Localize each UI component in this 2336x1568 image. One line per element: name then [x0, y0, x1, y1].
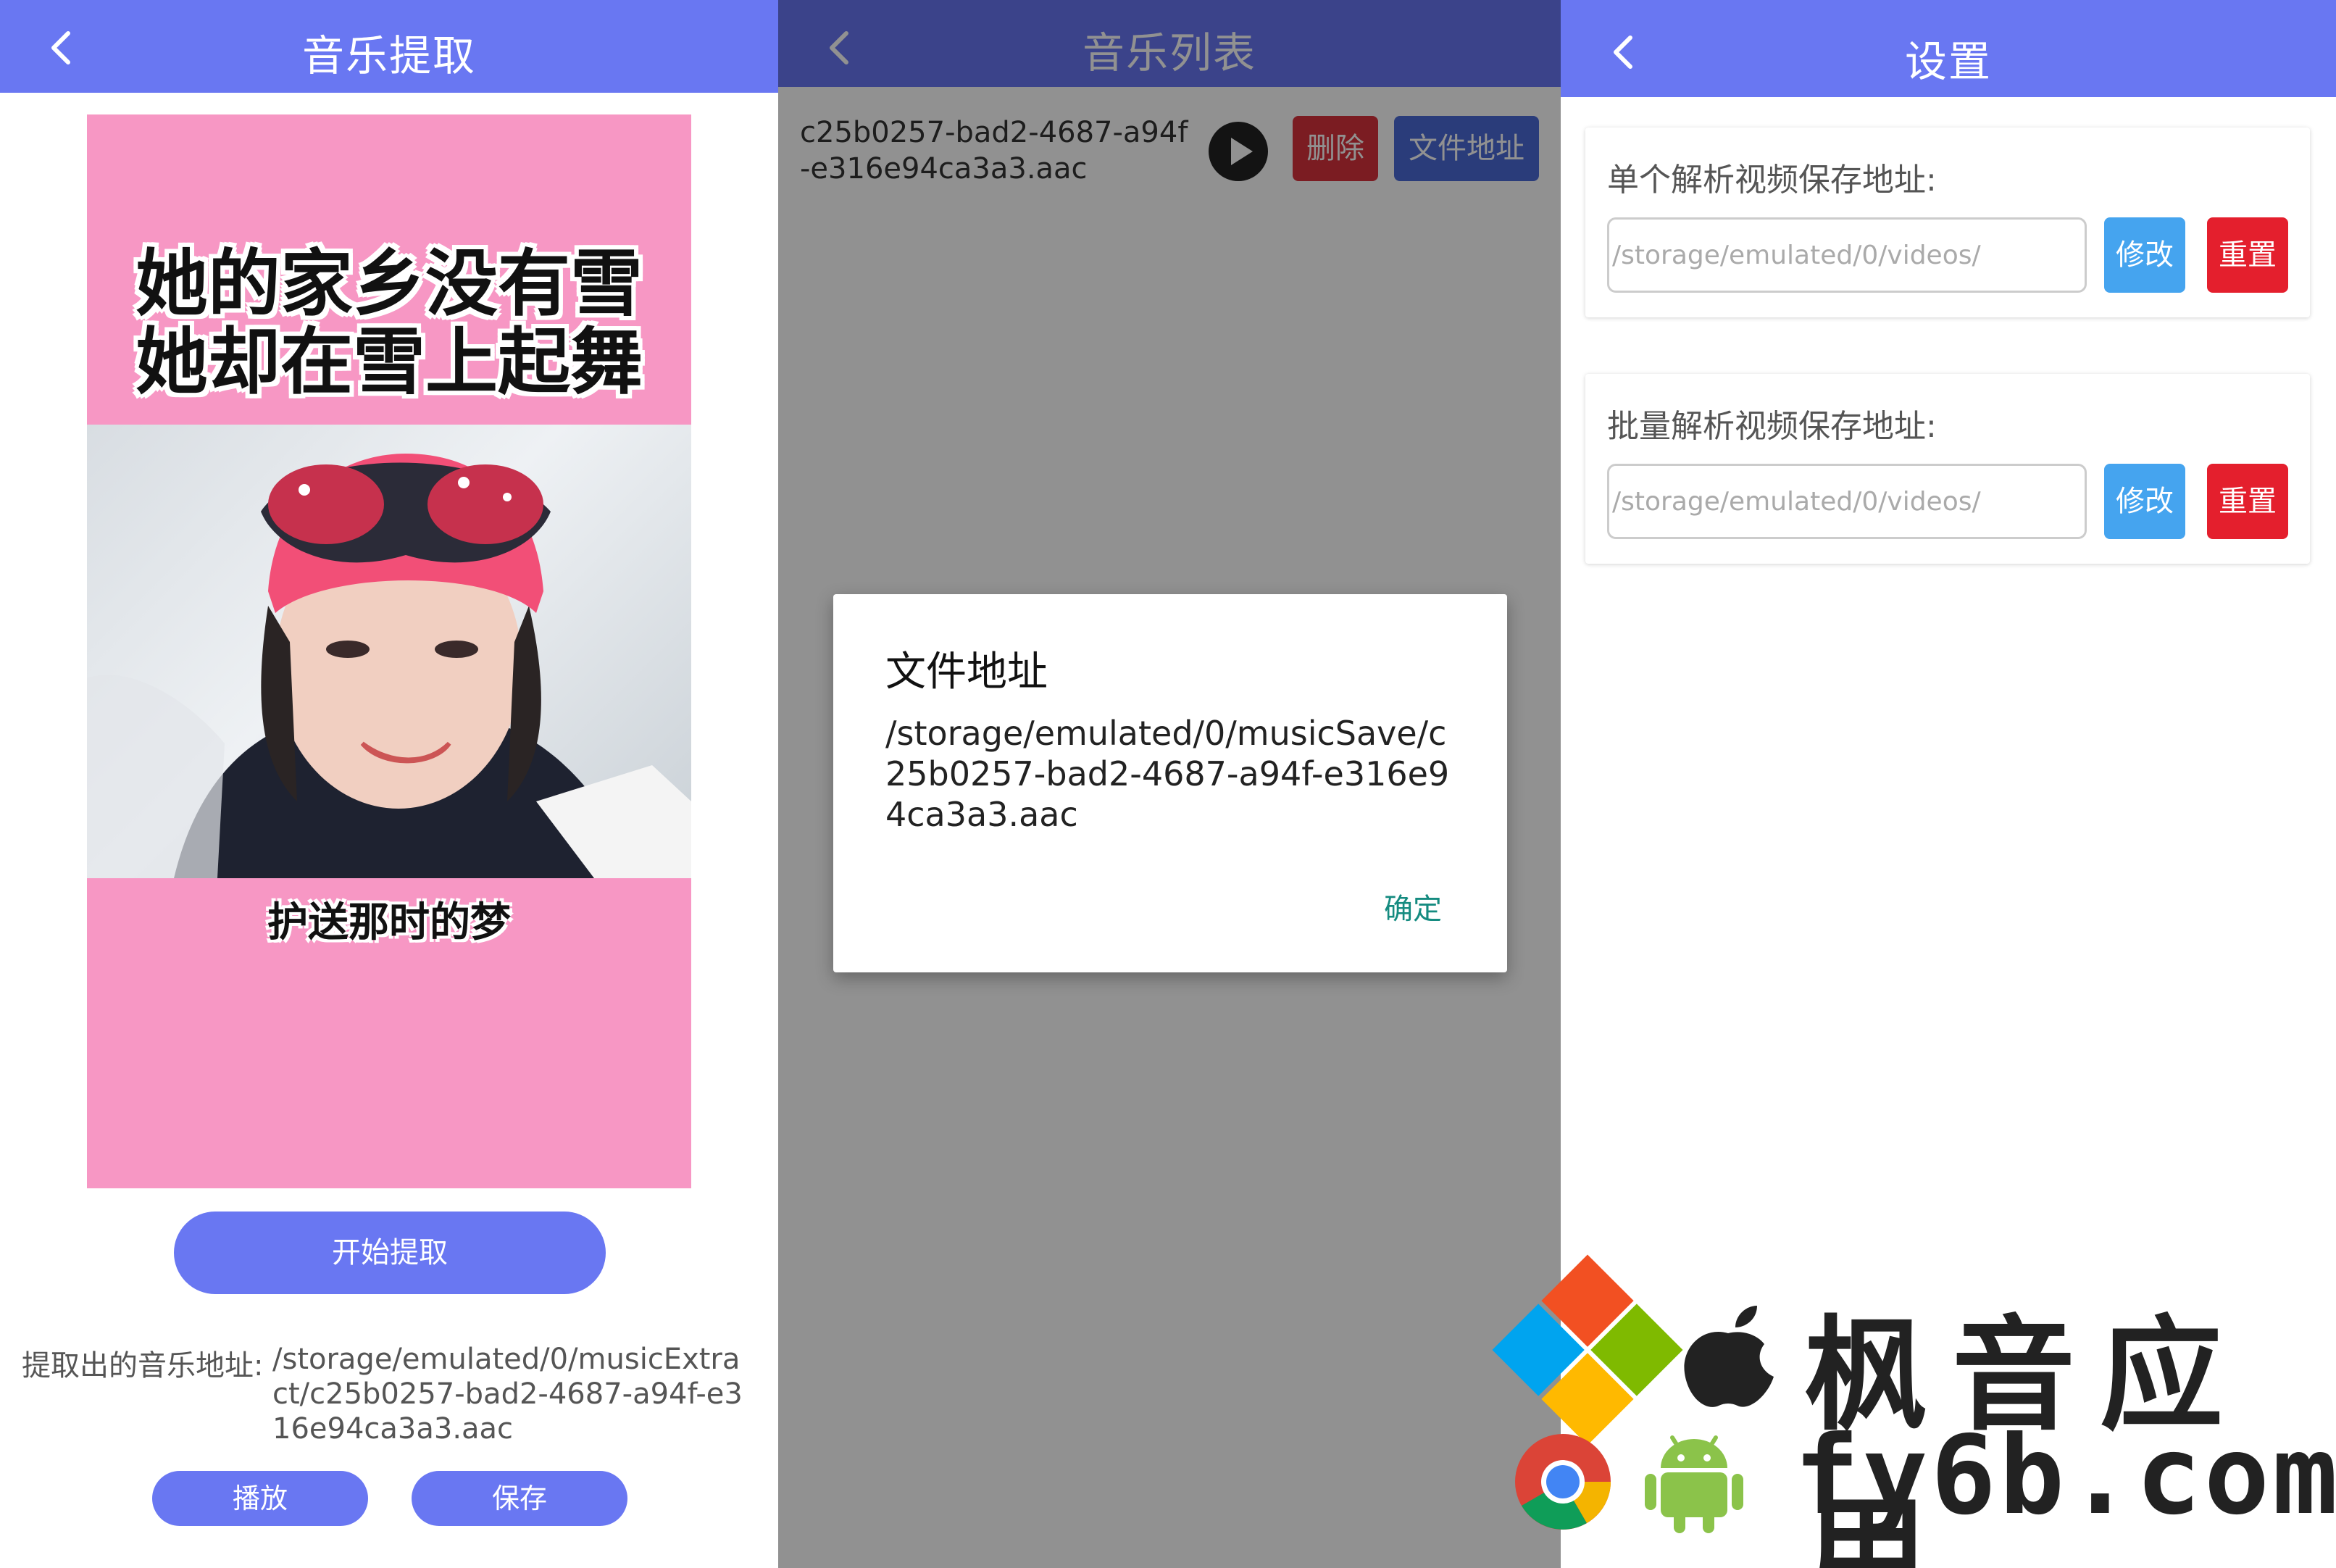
- caption-line-1: 她的家乡没有雪: [135, 241, 643, 326]
- music-list-screen: 音乐列表 c25b0257-bad2-4687-a94f-e316e94ca3a…: [778, 0, 1561, 1568]
- single-save-path-input[interactable]: [1607, 217, 2087, 293]
- batch-save-path-label: 批量解析视频保存地址:: [1607, 408, 1937, 445]
- file-address-dialog: 文件地址 /storage/emulated/0/musicSave/c25b0…: [833, 594, 1507, 972]
- single-save-path-label: 单个解析视频保存地址:: [1607, 162, 1937, 199]
- batch-reset-button[interactable]: 重置: [2207, 464, 2288, 539]
- video-preview[interactable]: 她的家乡没有雪 她却在雪上起舞 护送那时的梦: [87, 114, 691, 1188]
- batch-save-path-input[interactable]: [1607, 464, 2087, 539]
- apple-logo-icon: [1684, 1306, 1774, 1407]
- page-title: 设置: [1904, 37, 1992, 86]
- single-edit-button[interactable]: 修改: [2104, 217, 2185, 293]
- video-frame-image: [87, 425, 691, 878]
- chrome-logo-icon: [1515, 1434, 1611, 1530]
- play-button[interactable]: 播放: [152, 1471, 368, 1526]
- watermark-domain-text: fy6b.com: [1794, 1413, 2336, 1539]
- dialog-title: 文件地址: [885, 649, 1048, 696]
- caption-line-2: 她却在雪上起舞: [135, 320, 643, 404]
- start-extract-button[interactable]: 开始提取: [174, 1212, 606, 1294]
- batch-edit-button[interactable]: 修改: [2104, 464, 2185, 539]
- page-title: 音乐提取: [301, 31, 476, 80]
- app-bar: 音乐提取: [0, 0, 778, 93]
- save-button[interactable]: 保存: [412, 1471, 627, 1526]
- single-reset-button[interactable]: 重置: [2207, 217, 2288, 293]
- android-logo-icon: [1645, 1435, 1743, 1533]
- person-illustration: [87, 454, 691, 878]
- dialog-body: /storage/emulated/0/musicSave/c25b0257-b…: [885, 714, 1450, 834]
- video-caption-bottom: 护送那时的梦: [267, 899, 511, 946]
- dialog-ok-button[interactable]: 确定: [1384, 885, 1442, 927]
- batch-save-path-card: 批量解析视频保存地址: 修改 重置: [1585, 374, 2310, 564]
- extract-path-value: /storage/emulated/0/musicExtract/c25b025…: [272, 1343, 743, 1446]
- app-bar: 设置: [1561, 0, 2336, 97]
- single-save-path-card: 单个解析视频保存地址: 修改 重置: [1585, 128, 2310, 317]
- music-extract-screen: 音乐提取 她的家乡没有雪 她却在雪上起舞 护送那时的梦 开始提取 提取出的音乐地…: [0, 0, 778, 1568]
- extract-path-label: 提取出的音乐地址:: [22, 1349, 264, 1383]
- video-caption-top: 她的家乡没有雪 她却在雪上起舞: [87, 245, 691, 401]
